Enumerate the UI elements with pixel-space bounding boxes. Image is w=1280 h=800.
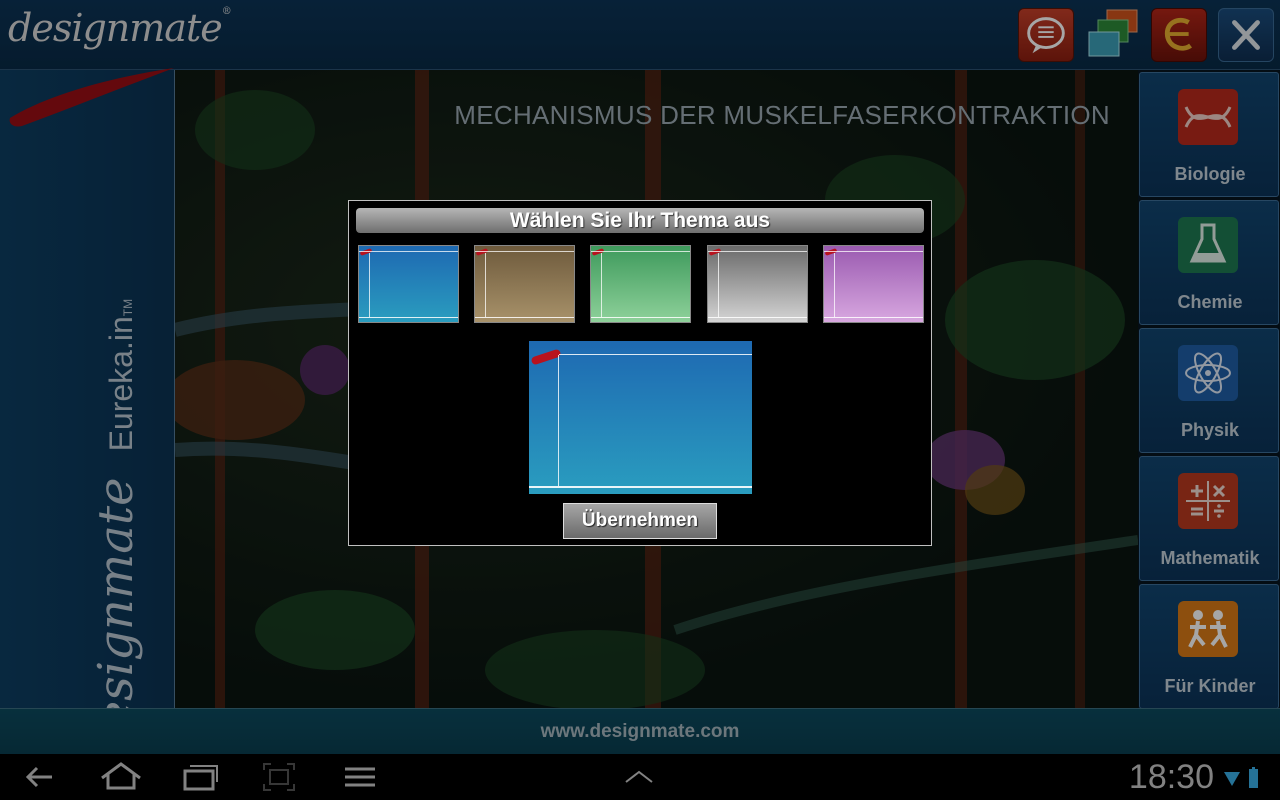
theme-option-gray[interactable] [707, 245, 808, 323]
expand-button[interactable] [622, 760, 656, 794]
dna-icon [1178, 89, 1238, 145]
menu-icon [345, 767, 375, 787]
math-icon [1178, 473, 1238, 529]
brand-swoosh-icon [9, 68, 175, 127]
subject-label: Mathematik [1160, 548, 1260, 568]
scene-title: MECHANISMUS DER MUSKELFASERKONTRAKTION [454, 100, 1110, 130]
chevron-up-icon [625, 770, 653, 783]
kids-icon [1178, 601, 1238, 657]
flask-icon [1178, 217, 1238, 273]
chat-button[interactable] [1018, 8, 1074, 62]
home-button[interactable] [98, 760, 144, 794]
menu-button[interactable] [343, 760, 377, 794]
windows-button[interactable] [1085, 8, 1141, 62]
theme-option-brown[interactable] [474, 245, 575, 323]
subject-nav: Biologie Chemie Physik Mathematik Für Ki… [1138, 72, 1280, 709]
apply-button[interactable]: Übernehmen [563, 503, 717, 539]
subject-physik[interactable]: Physik [1139, 328, 1279, 453]
chat-icon [1027, 17, 1065, 54]
back-button[interactable] [22, 760, 58, 794]
screenshot-button[interactable] [261, 760, 297, 794]
recent-apps-button[interactable] [182, 760, 220, 794]
subject-mathematik[interactable]: Mathematik [1139, 456, 1279, 581]
vertical-brand-text: designmateEureka.inTM [88, 298, 144, 760]
theme-preview [529, 341, 752, 494]
theme-dialog: Wählen Sie Ihr Thema aus Übernehmen [348, 200, 932, 546]
wifi-icon [1224, 772, 1240, 786]
logo: designmate® [8, 6, 232, 50]
theme-option-purple[interactable] [823, 245, 924, 323]
screenshot-icon [263, 763, 295, 791]
subject-biologie[interactable]: Biologie [1139, 72, 1279, 197]
subject-label: Physik [1180, 420, 1240, 440]
subject-label: Für Kinder [1164, 676, 1256, 696]
theme-option-blue[interactable] [358, 245, 459, 323]
system-nav-bar: 18:30 [0, 754, 1280, 800]
subject-label: Biologie [1174, 164, 1246, 184]
windows-icon [1088, 9, 1138, 57]
footer-bar: www.designmate.com [0, 708, 1280, 754]
dialog-title: Wählen Sie Ihr Thema aus [356, 208, 924, 233]
status-clock: 18:30 [1128, 758, 1214, 796]
close-button[interactable] [1218, 8, 1274, 62]
eureka-button[interactable] [1151, 8, 1207, 62]
back-icon [25, 766, 52, 788]
home-icon [101, 762, 141, 790]
atom-icon [1178, 345, 1238, 401]
close-icon [1232, 20, 1260, 50]
app-root: designmate® designmateEureka.inTM MECHAN… [0, 0, 1280, 800]
theme-option-green[interactable] [590, 245, 691, 323]
subject-fuer-kinder[interactable]: Für Kinder [1139, 584, 1279, 709]
left-sidebar: designmateEureka.inTM [0, 68, 175, 760]
eureka-icon [1164, 17, 1192, 51]
subject-chemie[interactable]: Chemie [1139, 200, 1279, 325]
subject-label: Chemie [1177, 292, 1243, 312]
recent-apps-icon [183, 765, 218, 791]
website-link[interactable]: www.designmate.com [0, 721, 1280, 743]
top-bar: designmate® [0, 0, 1280, 70]
battery-icon [1249, 767, 1258, 788]
